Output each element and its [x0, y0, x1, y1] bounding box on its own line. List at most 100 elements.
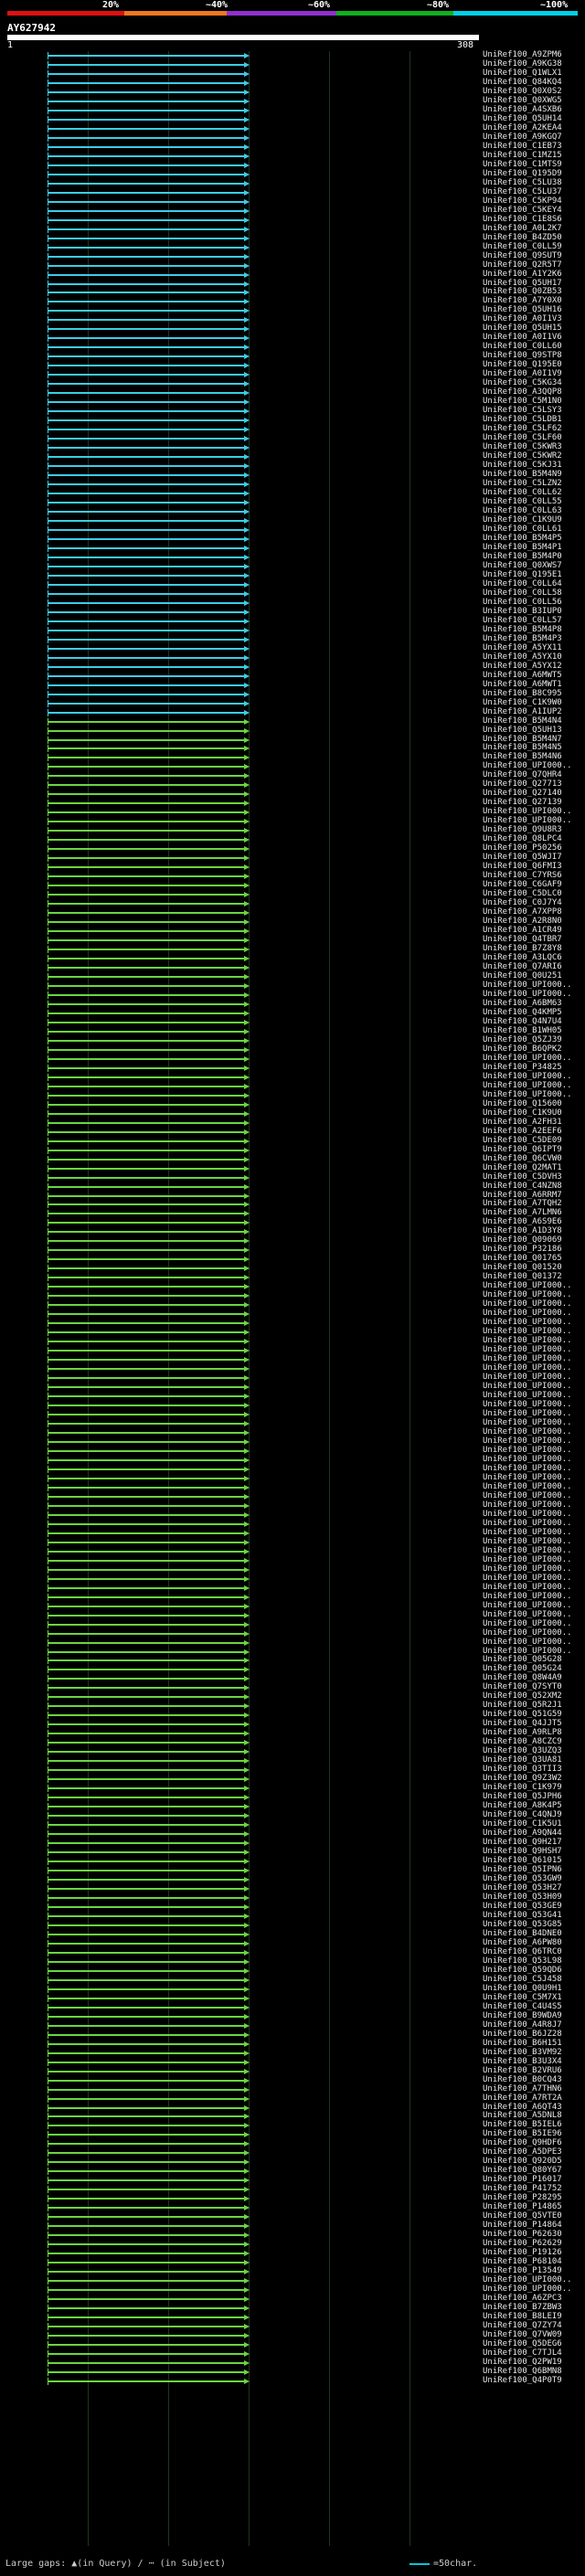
hit-alignment-bar[interactable] [47, 173, 246, 175]
hit-alignment-bar[interactable] [47, 519, 246, 522]
hit-alignment-bar[interactable] [47, 784, 246, 787]
hit-label[interactable]: UniRef100_A7TQH2 [483, 1199, 562, 1208]
hit-label[interactable]: UniRef100_Q7ZY74 [483, 2321, 562, 2330]
hit-label[interactable]: UniRef100_UPI000.. [483, 1446, 572, 1455]
hit-alignment-bar[interactable] [47, 729, 246, 732]
hit-alignment-bar[interactable] [47, 1057, 246, 1060]
hit-alignment-bar[interactable] [47, 319, 246, 322]
hit-label[interactable]: UniRef100_UPI000.. [483, 2284, 572, 2294]
hit-label[interactable]: UniRef100_UPI000.. [483, 1318, 572, 1327]
hit-alignment-bar[interactable] [47, 419, 246, 422]
hit-alignment-bar[interactable] [47, 1504, 246, 1507]
hit-alignment-bar[interactable] [47, 1140, 246, 1142]
hit-label[interactable]: UniRef100_C5KWR3 [483, 442, 562, 451]
hit-label[interactable]: UniRef100_A3QQP8 [483, 387, 562, 397]
hit-label[interactable]: UniRef100_C1MZ15 [483, 151, 562, 160]
hit-alignment-bar[interactable] [47, 1641, 246, 1644]
hit-alignment-bar[interactable] [47, 2070, 246, 2072]
hit-label[interactable]: UniRef100_C5M7X1 [483, 1993, 562, 2002]
hit-label[interactable]: UniRef100_B8C995 [483, 689, 562, 698]
hit-alignment-bar[interactable] [47, 2015, 246, 2018]
hit-label[interactable]: UniRef100_A5YX10 [483, 652, 562, 662]
hit-alignment-bar[interactable] [47, 2143, 246, 2146]
hit-label[interactable]: UniRef100_Q01765 [483, 1254, 562, 1263]
hit-label[interactable]: UniRef100_UPI000.. [483, 1638, 572, 1647]
hit-label[interactable]: UniRef100_Q53GE9 [483, 1902, 562, 1911]
hit-label[interactable]: UniRef100_Q8W4A9 [483, 1673, 562, 1682]
hit-alignment-bar[interactable] [47, 2289, 246, 2292]
hit-alignment-bar[interactable] [47, 1896, 246, 1899]
hit-alignment-bar[interactable] [47, 1002, 246, 1005]
hit-label[interactable]: UniRef100_A3LQC6 [483, 953, 562, 962]
hit-alignment-bar[interactable] [47, 374, 246, 376]
hit-alignment-bar[interactable] [47, 1039, 246, 1042]
hit-label[interactable]: UniRef100_A6MWT5 [483, 671, 562, 680]
hit-alignment-bar[interactable] [47, 200, 246, 203]
hit-label[interactable]: UniRef100_C5DLC0 [483, 889, 562, 898]
hit-label[interactable]: UniRef100_B6JZ28 [483, 2030, 562, 2039]
hit-alignment-bar[interactable] [47, 1787, 246, 1790]
hit-alignment-bar[interactable] [47, 638, 246, 641]
hit-label[interactable]: UniRef100_Q53H27 [483, 1883, 562, 1892]
hit-label[interactable]: UniRef100_Q0U251 [483, 971, 562, 981]
hit-label[interactable]: UniRef100_Q6IPT9 [483, 1145, 562, 1154]
hit-label[interactable]: UniRef100_B5M4N9 [483, 470, 562, 479]
hit-alignment-bar[interactable] [47, 2380, 246, 2382]
hit-label[interactable]: UniRef100_Q4N7U4 [483, 1017, 562, 1026]
hit-alignment-bar[interactable] [47, 1623, 246, 1626]
hit-label[interactable]: UniRef100_A6QT43 [483, 2103, 562, 2112]
hit-label[interactable]: UniRef100_UPI000.. [483, 1418, 572, 1427]
hit-label[interactable]: UniRef100_UPI000.. [483, 1290, 572, 1299]
hit-label[interactable]: UniRef100_UPI000.. [483, 1583, 572, 1592]
hit-alignment-bar[interactable] [47, 191, 246, 194]
hit-alignment-bar[interactable] [47, 1851, 246, 1854]
hit-alignment-bar[interactable] [47, 1313, 246, 1316]
hit-label[interactable]: UniRef100_C1K5U1 [483, 1819, 562, 1829]
hit-label[interactable]: UniRef100_A6RRM7 [483, 1191, 562, 1200]
hit-label[interactable]: UniRef100_A4R8J7 [483, 2020, 562, 2030]
hit-alignment-bar[interactable] [47, 1295, 246, 1298]
hit-alignment-bar[interactable] [47, 511, 246, 513]
hit-alignment-bar[interactable] [47, 1094, 246, 1097]
hit-alignment-bar[interactable] [47, 629, 246, 631]
hit-label[interactable]: UniRef100_C1EB73 [483, 142, 562, 151]
hit-label[interactable]: UniRef100_C5LF62 [483, 424, 562, 433]
hit-label[interactable]: UniRef100_UPI000.. [483, 1519, 572, 1528]
hit-alignment-bar[interactable] [47, 528, 246, 531]
hit-alignment-bar[interactable] [47, 292, 246, 294]
hit-alignment-bar[interactable] [47, 1103, 246, 1106]
hit-alignment-bar[interactable] [47, 273, 246, 276]
hit-alignment-bar[interactable] [47, 711, 246, 714]
hit-alignment-bar[interactable] [47, 2006, 246, 2009]
hit-alignment-bar[interactable] [47, 574, 246, 577]
hit-alignment-bar[interactable] [47, 2198, 246, 2200]
hit-label[interactable]: UniRef100_C1K9W0 [483, 698, 562, 707]
hit-alignment-bar[interactable] [47, 1522, 246, 1525]
hit-label[interactable]: UniRef100_UPI000.. [483, 1564, 572, 1574]
hit-label[interactable]: UniRef100_C0LL57 [483, 616, 562, 625]
hit-alignment-bar[interactable] [47, 328, 246, 331]
hit-alignment-bar[interactable] [47, 1076, 246, 1078]
hit-label[interactable]: UniRef100_C1E8S6 [483, 215, 562, 224]
hit-label[interactable]: UniRef100_UPI000.. [483, 1409, 572, 1418]
hit-alignment-bar[interactable] [47, 1240, 246, 1243]
hit-alignment-bar[interactable] [47, 1222, 246, 1224]
hit-label[interactable]: UniRef100_Q05G24 [483, 1664, 562, 1673]
hit-alignment-bar[interactable] [47, 346, 246, 349]
hit-alignment-bar[interactable] [47, 1978, 246, 1981]
hit-label[interactable]: UniRef100_B3U3X4 [483, 2057, 562, 2066]
hit-alignment-bar[interactable] [47, 1678, 246, 1680]
hit-alignment-bar[interactable] [47, 875, 246, 878]
hit-label[interactable]: UniRef100_A7RT2A [483, 2094, 562, 2103]
hit-alignment-bar[interactable] [47, 1577, 246, 1580]
hit-label[interactable]: UniRef100_UPI000.. [483, 1555, 572, 1564]
hit-label[interactable]: UniRef100_Q9STP8 [483, 351, 562, 360]
hit-alignment-bar[interactable] [47, 912, 246, 915]
hit-alignment-bar[interactable] [47, 1258, 246, 1261]
hit-alignment-bar[interactable] [47, 1012, 246, 1014]
hit-alignment-bar[interactable] [47, 410, 246, 413]
hit-alignment-bar[interactable] [47, 1595, 246, 1598]
hit-alignment-bar[interactable] [47, 993, 246, 996]
hit-label[interactable]: UniRef100_B5M4P8 [483, 625, 562, 634]
hit-alignment-bar[interactable] [47, 72, 246, 75]
